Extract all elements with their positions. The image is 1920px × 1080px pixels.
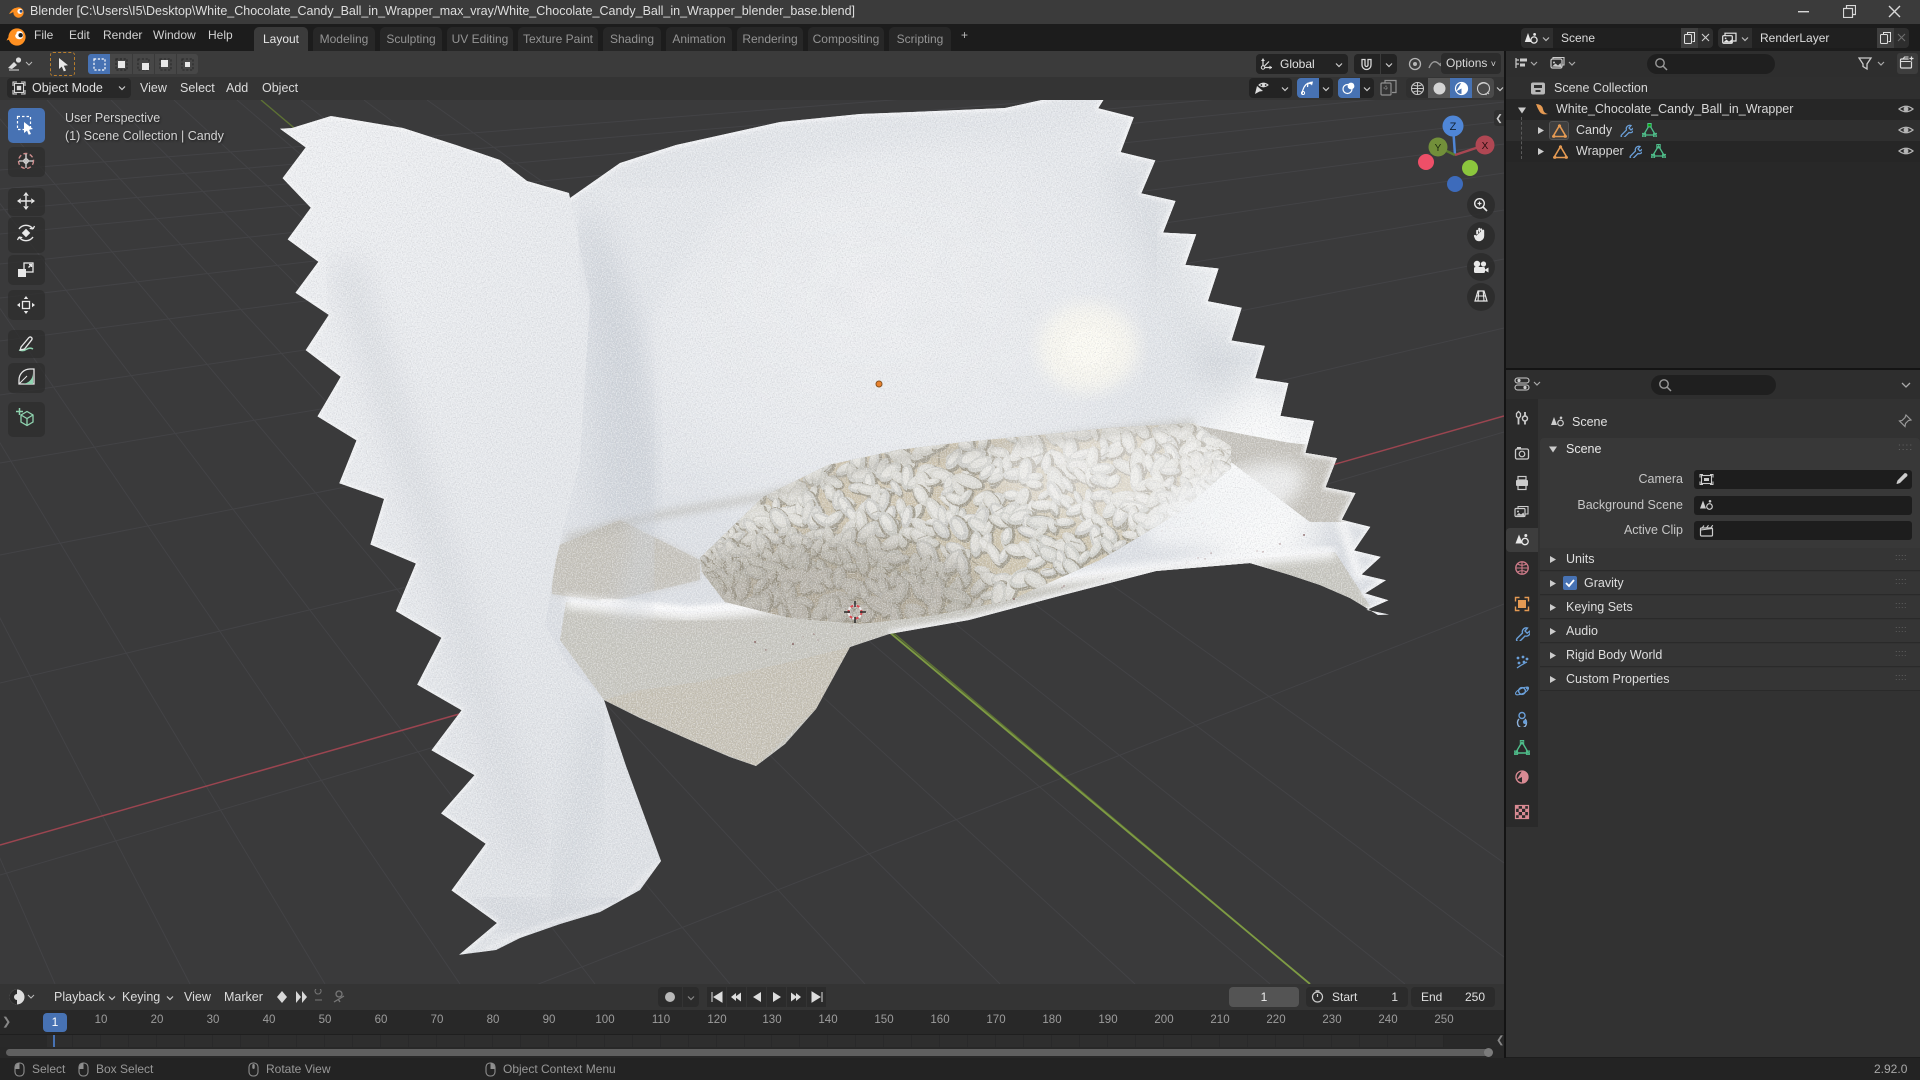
svg-text:Z: Z [1450,121,1457,133]
svg-text:Y: Y [1435,143,1442,154]
svg-text:X: X [1482,141,1489,152]
